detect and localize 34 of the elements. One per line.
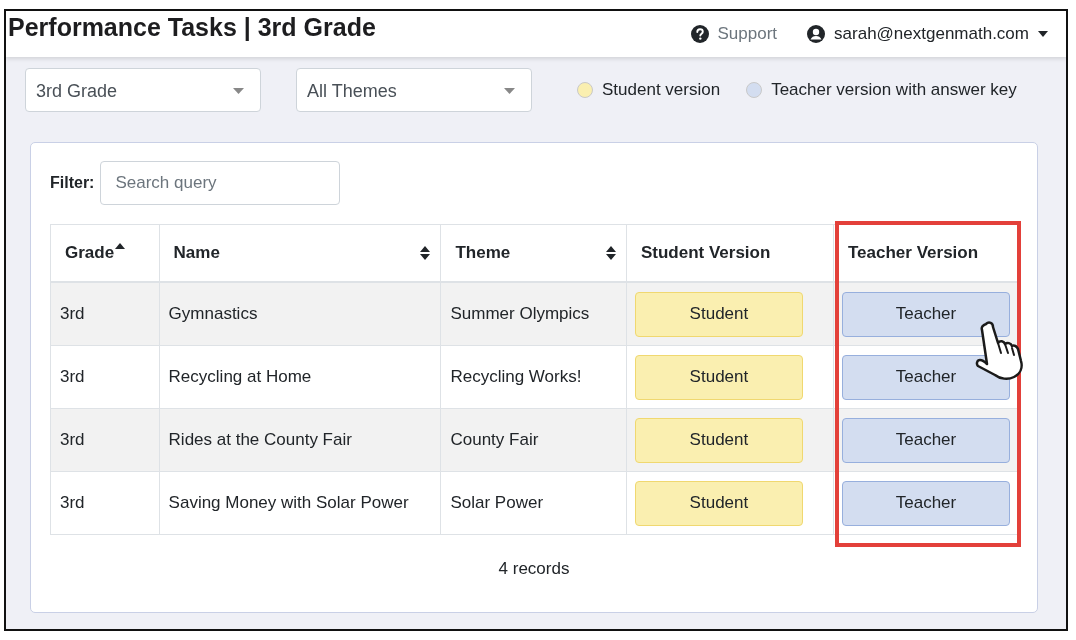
teacher-button[interactable]: Teacher	[842, 417, 1010, 463]
student-button[interactable]: Student	[634, 417, 803, 463]
caret-icon	[504, 88, 515, 94]
table-cell: Summer Olympics	[440, 282, 627, 346]
caret-icon	[233, 88, 244, 94]
table-cell: Rides at the County Fair	[159, 408, 441, 472]
teacher-button[interactable]: Teacher	[842, 291, 1010, 337]
table-cell: 3rd	[50, 408, 160, 472]
search-field[interactable]: Search query	[100, 161, 341, 205]
table-cell: Solar Power	[440, 471, 627, 535]
table-cell: County Fair	[440, 408, 627, 472]
theme-dropdown[interactable]: All Themes	[296, 68, 532, 112]
table-cell: Recycling at Home	[159, 345, 441, 409]
student-button[interactable]: Student	[634, 480, 803, 526]
table-cell: 3rd	[50, 282, 160, 346]
filter-label: Filter:	[50, 174, 95, 192]
record-count: 4 records	[497, 559, 571, 579]
user-menu[interactable]: sarah@nextgenmath.com	[807, 24, 1048, 44]
legend-label: Teacher version with answer key	[771, 80, 1017, 100]
teacher-button[interactable]: Teacher	[842, 480, 1010, 526]
legend-label: Student version	[602, 80, 721, 100]
support-link[interactable]: Support	[690, 24, 778, 44]
table-cell: Gymnastics	[159, 282, 441, 346]
grade-dropdown[interactable]: 3rd Grade	[25, 68, 261, 112]
page-title: Performance Tasks | 3rd Grade	[8, 12, 376, 42]
table-cell: Recycling Works!	[440, 345, 627, 409]
table-cell: 3rd	[50, 471, 160, 535]
table-cell: 3rd	[50, 345, 160, 409]
caret-icon	[1038, 31, 1048, 37]
student-button[interactable]: Student	[634, 354, 803, 400]
user-icon	[807, 25, 826, 43]
help-icon	[690, 25, 709, 43]
student-button[interactable]: Student	[634, 291, 803, 337]
table-cell: Saving Money with Solar Power	[159, 471, 441, 535]
